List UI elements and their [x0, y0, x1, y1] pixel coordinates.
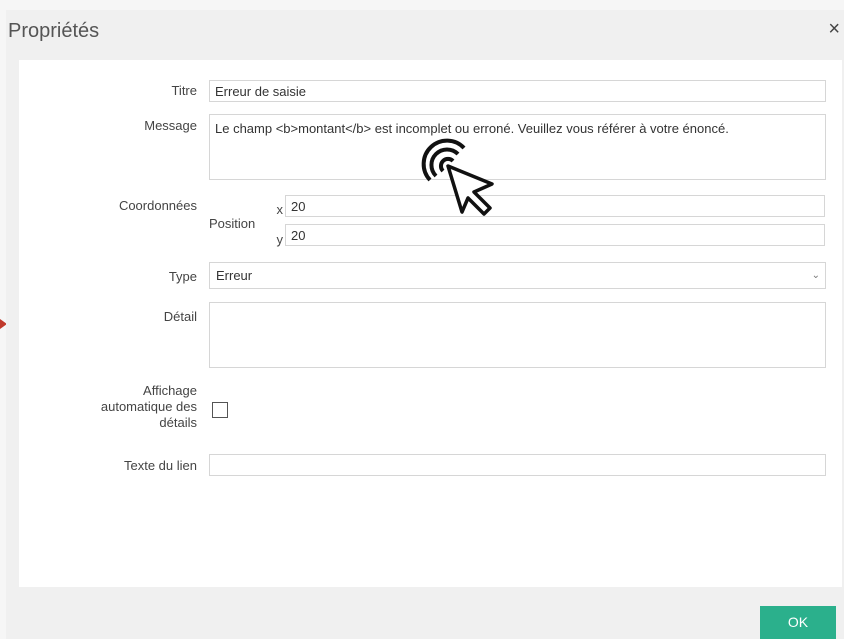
- type-select-value: Erreur: [216, 268, 253, 283]
- close-icon[interactable]: ×: [828, 19, 840, 39]
- chevron-down-icon: ⌄: [811, 270, 820, 281]
- titre-input[interactable]: Erreur de saisie: [209, 80, 826, 102]
- x-label: x: [276, 202, 284, 217]
- pointer-click-icon: [421, 138, 494, 216]
- position-label: Position: [209, 216, 256, 231]
- affichage-label-line1: Affichage: [143, 383, 197, 398]
- dialog-title: Propriétés: [8, 20, 100, 42]
- y-label: y: [276, 232, 284, 247]
- affichage-label: Affichage automatique des détails: [19, 383, 197, 431]
- affichage-label-line2: automatique des: [100, 399, 197, 414]
- texte-lien-input[interactable]: [209, 454, 826, 476]
- titre-label: Titre: [171, 83, 197, 98]
- type-select[interactable]: Erreur ⌄: [209, 262, 826, 289]
- texte-lien-label: Texte du lien: [124, 458, 197, 473]
- y-input[interactable]: 20: [285, 224, 825, 246]
- affichage-checkbox[interactable]: [212, 402, 228, 418]
- detail-textarea[interactable]: [209, 302, 826, 368]
- affichage-label-line3: détails: [159, 415, 197, 430]
- detail-label: Détail: [163, 309, 197, 324]
- coordonnees-label: Coordonnées: [118, 198, 197, 213]
- message-label: Message: [144, 118, 197, 133]
- x-input[interactable]: 20: [285, 195, 825, 217]
- message-textarea[interactable]: Le champ <b>montant</b> est incomplet ou…: [209, 114, 826, 180]
- properties-dialog: Propriétés × Titre Erreur de saisie Mess…: [6, 10, 844, 639]
- ok-button[interactable]: OK: [760, 606, 836, 639]
- type-label: Type: [168, 269, 197, 284]
